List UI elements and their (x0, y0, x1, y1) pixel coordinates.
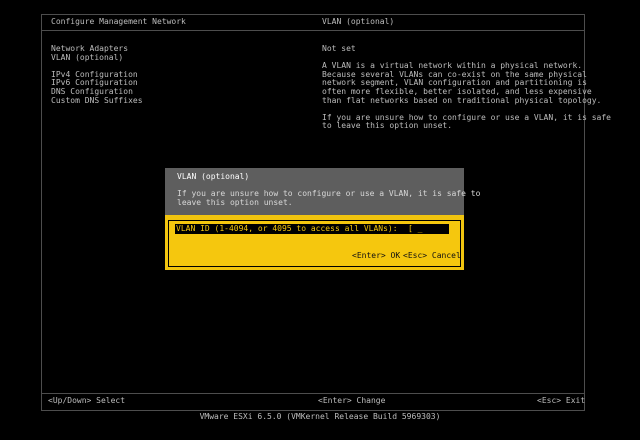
menu-item-vlan[interactable]: VLAN (optional) (51, 53, 143, 63)
ok-button[interactable]: <Enter> OK (352, 251, 400, 261)
build-info: VMware ESXi 6.5.0 (VMKernel Release Buil… (199, 412, 441, 421)
vlan-id-input[interactable]: [ _ ] (408, 224, 456, 234)
status-value: Not set (322, 44, 356, 53)
dialog-title: VLAN (optional) (177, 172, 250, 181)
config-menu: Network Adapters VLAN (optional) IPv4 Co… (51, 44, 143, 106)
header-section-title: VLAN (optional) (322, 17, 395, 26)
footer-exit-hint: <Esc> Exit (537, 396, 586, 405)
hint-line: to leave this option unset. (322, 121, 453, 131)
esxi-dcui-screen: Configure Management Network VLAN (optio… (0, 0, 640, 440)
footer-select-hint: <Up/Down> Select (48, 396, 126, 405)
menu-item-dns-suffixes[interactable]: Custom DNS Suffixes (51, 96, 143, 106)
header-title: Configure Management Network (51, 17, 186, 26)
dialog-message-line: leave this option unset. (177, 197, 293, 207)
cancel-button[interactable]: <Esc> Cancel (403, 251, 461, 261)
dialog-message: If you are unsure how to configure or us… (177, 189, 480, 207)
header-divider (41, 30, 585, 31)
footer-change-hint: <Enter> Change (318, 396, 386, 405)
details-panel: Not set A VLAN is a virtual network with… (322, 44, 611, 131)
vlan-id-label: VLAN ID (1-4094, or 4095 to access all V… (176, 224, 398, 233)
footer-divider (41, 393, 585, 394)
description-line: than flat networks based on traditional … (322, 95, 602, 105)
